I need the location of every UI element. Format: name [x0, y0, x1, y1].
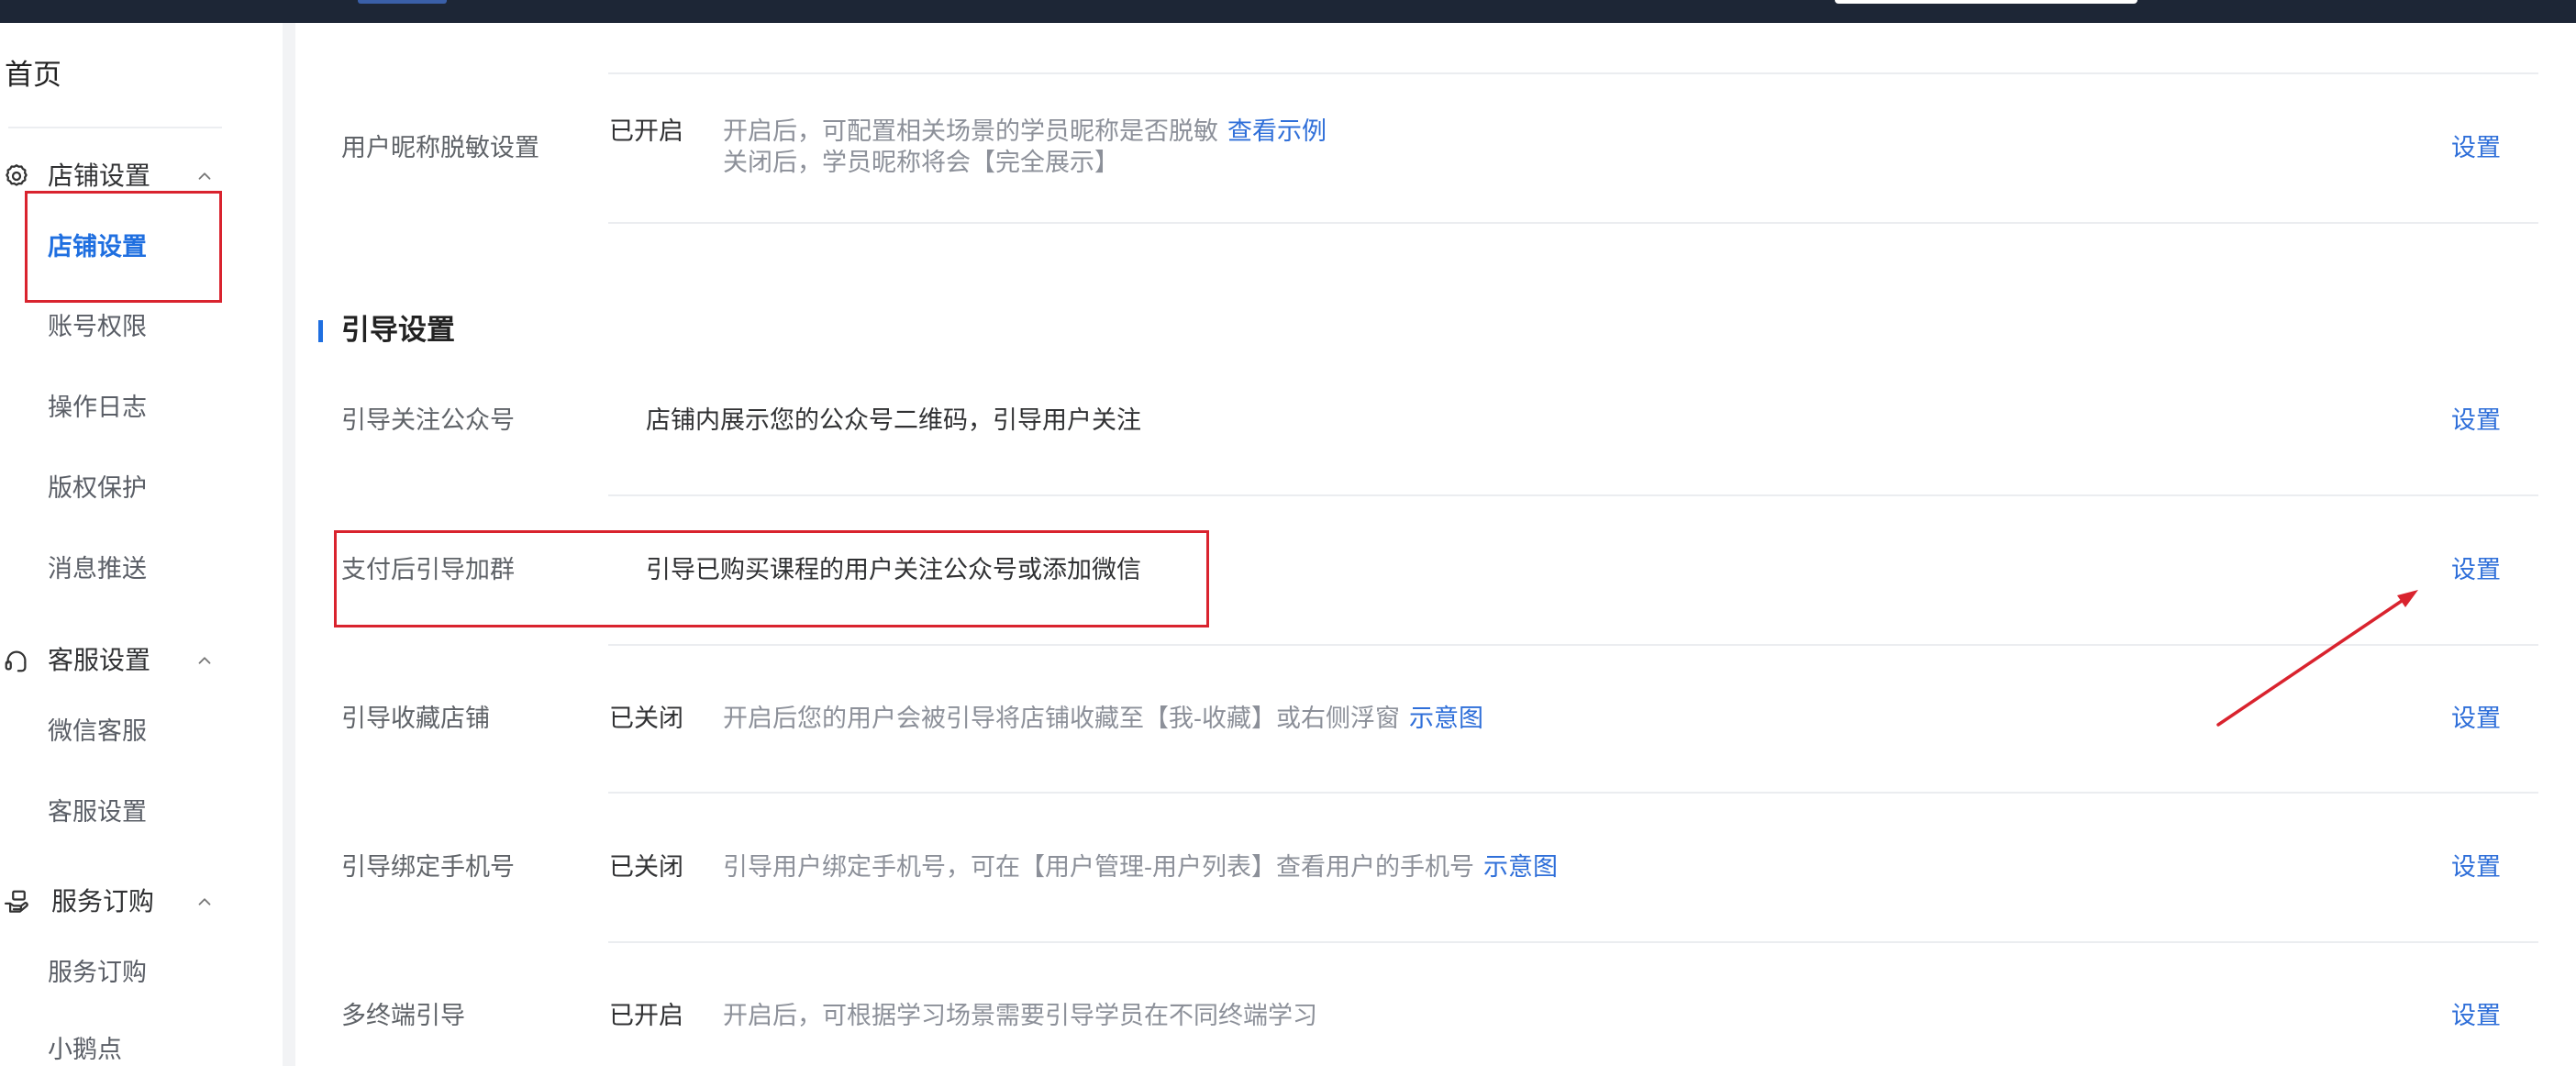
diagram-link[interactable]: 示意图 [1409, 705, 1483, 732]
setting-row-bind-phone: 引导绑定手机号 已关闭 引导用户绑定手机号，可在【用户管理-用户列表】查看用户的… [334, 793, 2536, 941]
top-nav-tab-edge[interactable] [358, 0, 447, 4]
sidebar-item-account-permissions[interactable]: 账号权限 [0, 308, 283, 345]
chevron-up-icon[interactable] [194, 892, 215, 912]
set-post-payment-group-button[interactable]: 设置 [2451, 554, 2501, 585]
sidebar-item-service-purchase[interactable]: 服务订购 [0, 954, 283, 991]
setting-description: 店铺内展示您的公众号二维码，引导用户关注 [646, 406, 1141, 434]
setting-label: 引导收藏店铺 [341, 705, 490, 732]
setting-label: 引导绑定手机号 [341, 853, 515, 881]
section-accent-bar [318, 320, 323, 342]
setting-row-multi-terminal: 多终端引导 已开启 开启后，可根据学习场景需要引导学员在不同终端学习 设置 [334, 941, 2536, 1066]
sidebar: 首页 店铺设置 店铺设置 账号权限 操作日志 版权保护 消息推送 客服设置 微信… [0, 23, 283, 1066]
setting-description: 引导用户绑定手机号，可在【用户管理-用户列表】查看用户的手机号 示意图 [723, 851, 1558, 883]
set-multi-terminal-button[interactable]: 设置 [2451, 1000, 2501, 1031]
setting-status: 已关闭 [609, 705, 683, 732]
setting-status: 已关闭 [609, 853, 683, 881]
annotation-highlight-box [25, 191, 222, 303]
sidebar-item-home[interactable]: 首页 [5, 57, 61, 94]
chevron-up-icon[interactable] [194, 650, 215, 671]
sidebar-group-label: 服务订购 [51, 887, 155, 916]
section-title: 引导设置 [341, 314, 455, 346]
view-example-link[interactable]: 查看示例 [1227, 117, 1327, 145]
setting-status: 已开启 [609, 1002, 683, 1029]
setting-description-line2: 关闭后，学员昵称将会【完全展示】 [723, 149, 1119, 176]
sidebar-item-operation-log[interactable]: 操作日志 [0, 389, 283, 426]
setting-description-text: 开启后，可配置相关场景的学员昵称是否脱敏 [723, 117, 1218, 145]
sidebar-group-label: 客服设置 [48, 646, 151, 674]
headset-icon [3, 647, 30, 674]
sidebar-group-customer-service[interactable]: 客服设置 [0, 642, 283, 679]
sidebar-item-copyright-protection[interactable]: 版权保护 [0, 470, 283, 506]
setting-description: 开启后，可配置相关场景的学员昵称是否脱敏 查看示例 [723, 116, 1327, 147]
annotation-arrow [2216, 590, 2418, 727]
sidebar-group-label: 店铺设置 [48, 161, 151, 190]
set-nickname-masking-button[interactable]: 设置 [2451, 132, 2501, 163]
setting-label: 用户昵称脱敏设置 [341, 134, 539, 161]
setting-status: 已开启 [609, 117, 683, 145]
header-search-box-edge[interactable] [1835, 0, 2137, 4]
chevron-up-icon[interactable] [194, 166, 215, 186]
setting-description-text: 引导用户绑定手机号，可在【用户管理-用户列表】查看用户的手机号 [723, 853, 1474, 881]
sidebar-group-store-settings[interactable]: 店铺设置 [0, 158, 283, 194]
set-bind-phone-button[interactable]: 设置 [2451, 851, 2501, 883]
sidebar-item-wechat-support[interactable]: 微信客服 [0, 713, 283, 750]
setting-label: 引导关注公众号 [341, 406, 515, 434]
sidebar-item-support-settings[interactable]: 客服设置 [0, 794, 283, 830]
sidebar-group-service-subscription[interactable]: 服务订购 [0, 883, 283, 920]
set-favorite-store-button[interactable]: 设置 [2451, 703, 2501, 734]
setting-description: 开启后您的用户会被引导将店铺收藏至【我-收藏】或右侧浮窗 示意图 [723, 703, 1483, 734]
setting-row-nickname-masking: 用户昵称脱敏设置 已开启 开启后，可配置相关场景的学员昵称是否脱敏 查看示例 关闭… [334, 73, 2536, 222]
setting-description-text: 开启后您的用户会被引导将店铺收藏至【我-收藏】或右侧浮窗 [723, 705, 1400, 732]
row-divider [608, 222, 2538, 224]
top-navigation-bar [0, 0, 2576, 23]
sidebar-divider [8, 127, 222, 128]
setting-description: 开启后，可根据学习场景需要引导学员在不同终端学习 [723, 1002, 1317, 1029]
hand-service-icon [3, 888, 30, 916]
setting-label: 多终端引导 [341, 1002, 465, 1029]
diagram-link[interactable]: 示意图 [1483, 853, 1558, 881]
sidebar-item-goose-points[interactable]: 小鹅点 [0, 1033, 283, 1066]
gear-icon [3, 162, 30, 190]
set-follow-official-account-button[interactable]: 设置 [2451, 405, 2501, 436]
setting-row-follow-official-account: 引导关注公众号 店铺内展示您的公众号二维码，引导用户关注 设置 [334, 346, 2536, 494]
annotation-highlight-box [334, 530, 1209, 627]
sidebar-item-message-push[interactable]: 消息推送 [0, 550, 283, 587]
